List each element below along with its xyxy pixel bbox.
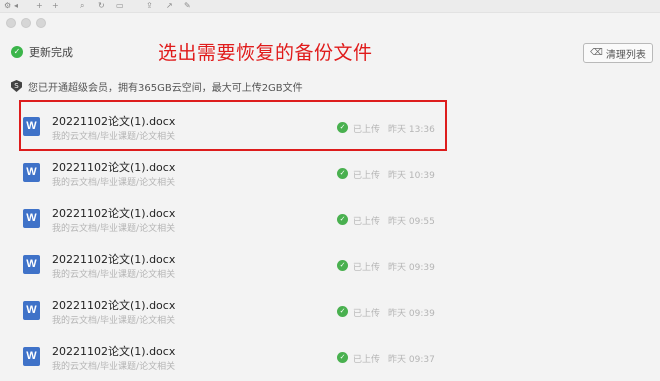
file-path: 我的云文档/毕业课题/论文相关 [52,362,176,372]
file-path: 我的云文档/毕业课题/论文相关 [52,224,176,234]
uploaded-check-icon: ✓ [337,168,348,179]
upload-time: 昨天 09:39 [388,263,435,273]
app-toolbar: ⚙ ◂ + + ⌕ ↻ ▭ ⇪ ↗ ✎ [0,0,660,13]
file-path: 我的云文档/毕业课题/论文相关 [52,316,176,326]
list-item[interactable]: W 20221102论文(1).docx 我的云文档/毕业课题/论文相关 ✓ 已… [14,286,634,332]
upload-status: 已上传 [353,309,381,319]
screen-icon[interactable]: ▭ [116,1,124,11]
file-path: 我的云文档/毕业课题/论文相关 [52,132,176,142]
clear-list-label: 清理列表 [605,49,646,61]
upload-status: 已上传 [353,263,381,273]
settings-icon[interactable]: ⚙ [4,1,11,11]
file-name: 20221102论文(1).docx [52,207,176,220]
clear-list-button[interactable]: ⌫ 清理列表 [583,43,653,63]
back-icon[interactable]: ◂ [14,1,18,11]
refresh-icon[interactable]: ↻ [98,1,105,11]
file-name: 20221102论文(1).docx [52,345,176,358]
file-name: 20221102论文(1).docx [52,299,176,312]
window-minimize-button[interactable] [21,18,31,28]
word-doc-icon: W [23,255,40,274]
file-name: 20221102论文(1).docx [52,253,176,266]
uploaded-check-icon: ✓ [337,352,348,363]
upload-status: 已上传 [353,171,381,181]
add-icon[interactable]: + [52,1,59,11]
annotation-label: 选出需要恢复的备份文件 [158,42,373,64]
upload-time: 昨天 13:36 [388,125,435,135]
uploaded-check-icon: ✓ [337,122,348,133]
list-item[interactable]: W 20221102论文(1).docx 我的云文档/毕业课题/论文相关 ✓ 已… [14,148,634,194]
upload-time: 昨天 10:39 [388,171,435,181]
uploaded-check-icon: ✓ [337,214,348,225]
membership-info: S 您已开通超级会员，拥有365GB云空间，最大可上传2GB文件 [11,79,303,94]
list-item[interactable]: W 20221102论文(1).docx 我的云文档/毕业课题/论文相关 ✓ 已… [14,240,634,286]
add-icon[interactable]: + [36,1,43,11]
export-icon[interactable]: ↗ [166,1,173,11]
share-icon[interactable]: ⇪ [146,1,153,11]
upload-status: 已上传 [353,355,381,365]
word-doc-icon: W [23,163,40,182]
status-text: 更新完成 [29,46,73,59]
list-item[interactable]: W 20221102论文(1).docx 我的云文档/毕业课题/论文相关 ✓ 已… [14,332,634,378]
broom-icon: ⌫ [590,48,603,58]
zoom-icon[interactable]: ⌕ [80,1,84,11]
uploaded-check-icon: ✓ [337,306,348,317]
word-doc-icon: W [23,117,40,136]
word-doc-icon: W [23,347,40,366]
membership-text: 您已开通超级会员，拥有365GB云空间，最大可上传2GB文件 [28,82,303,94]
uploaded-check-icon: ✓ [337,260,348,271]
list-item[interactable]: W 20221102论文(1).docx 我的云文档/毕业课题/论文相关 ✓ 已… [14,102,634,148]
update-status: ✓ 更新完成 [11,45,73,59]
window-close-button[interactable] [6,18,16,28]
word-doc-icon: W [23,209,40,228]
tools-icon[interactable]: ✎ [184,1,191,11]
upload-time: 昨天 09:37 [388,355,435,365]
file-name: 20221102论文(1).docx [52,161,176,174]
window-zoom-button[interactable] [36,18,46,28]
file-path: 我的云文档/毕业课题/论文相关 [52,270,176,280]
upload-time: 昨天 09:39 [388,309,435,319]
file-name: 20221102论文(1).docx [52,115,176,128]
upload-time: 昨天 09:55 [388,217,435,227]
upload-status: 已上传 [353,125,381,135]
file-path: 我的云文档/毕业课题/论文相关 [52,178,176,188]
upload-status: 已上传 [353,217,381,227]
check-circle-icon: ✓ [11,46,23,58]
word-doc-icon: W [23,301,40,320]
list-item[interactable]: W 20221102论文(1).docx 我的云文档/毕业课题/论文相关 ✓ 已… [14,194,634,240]
shield-icon: S [11,80,22,92]
